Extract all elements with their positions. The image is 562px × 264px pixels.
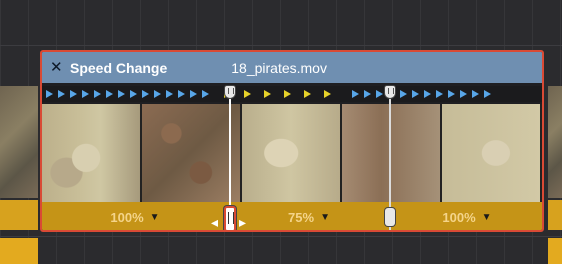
speed-marker-icon — [424, 90, 431, 98]
speed-point-handle[interactable] — [385, 86, 395, 98]
speed-marker-icon — [118, 90, 125, 98]
speed-marker-icon — [352, 90, 359, 98]
speed-point-handle[interactable] — [225, 86, 235, 98]
speed-marker-icon — [178, 90, 185, 98]
previous-clip-thumbnail[interactable] — [0, 86, 38, 198]
speed-marker-icon — [436, 90, 443, 98]
drag-left-icon: ◂ — [211, 214, 219, 230]
speed-marker-icon — [58, 90, 65, 98]
lower-track-clip[interactable] — [0, 238, 38, 264]
speed-segment-2[interactable]: 75% ▼ — [232, 202, 386, 230]
clip-thumbnails — [42, 104, 542, 202]
thumbnail-frame — [242, 104, 342, 202]
speed-marker-icon — [166, 90, 173, 98]
clip-header: ✕ Speed Change 18_pirates.mov — [42, 52, 542, 83]
speed-change-marker-icon — [244, 90, 251, 98]
caret-down-icon[interactable]: ▼ — [320, 212, 330, 223]
speed-change-title: Speed Change — [70, 59, 168, 76]
speed-marker-icon — [46, 90, 53, 98]
drag-right-icon: ▸ — [239, 214, 247, 230]
speed-change-handle-selected[interactable] — [224, 206, 236, 230]
speed-marker-icon — [448, 90, 455, 98]
speed-marker-icon — [94, 90, 101, 98]
previous-clip-speed-bar — [0, 200, 38, 230]
speed-marker-icon — [376, 90, 383, 98]
speed-marker-icon — [154, 90, 161, 98]
speed-marker-icon — [106, 90, 113, 98]
speed-marker-icon — [190, 90, 197, 98]
speed-value: 100% — [442, 209, 476, 225]
speed-marker-icon — [70, 90, 77, 98]
speed-marker-icon — [364, 90, 371, 98]
caret-down-icon[interactable]: ▼ — [482, 212, 492, 223]
speed-marker-icon — [82, 90, 89, 98]
speed-marker-icon — [472, 90, 479, 98]
track-divider — [0, 45, 562, 46]
caret-down-icon[interactable]: ▼ — [150, 212, 160, 223]
speed-marker-icon — [202, 90, 209, 98]
speed-marker-row — [42, 86, 542, 102]
speed-marker-icon — [130, 90, 137, 98]
speed-value: 100% — [110, 209, 144, 225]
thumbnail-frame — [342, 104, 442, 202]
speed-segment-1[interactable]: 100% ▼ — [42, 202, 228, 230]
next-clip-thumbnail[interactable] — [548, 86, 562, 198]
speed-change-marker-icon — [264, 90, 271, 98]
clip-filename: 18_pirates.mov — [231, 59, 327, 76]
selected-clip[interactable]: ✕ Speed Change 18_pirates.mov 100% ▼ 75% ▼… — [40, 50, 544, 232]
speed-marker-icon — [142, 90, 149, 98]
speed-marker-icon — [484, 90, 491, 98]
thumbnail-frame — [442, 104, 542, 202]
speed-change-marker-icon — [284, 90, 291, 98]
lower-track-clip[interactable] — [548, 238, 562, 264]
speed-change-handle[interactable] — [385, 208, 395, 226]
speed-marker-icon — [400, 90, 407, 98]
speed-value: 75% — [288, 209, 315, 225]
next-clip-speed-bar — [548, 200, 562, 230]
speed-marker-icon — [460, 90, 467, 98]
track-divider — [0, 236, 562, 237]
speed-segment-3[interactable]: 100% ▼ — [392, 202, 542, 230]
speed-change-marker-icon — [304, 90, 311, 98]
thumbnail-frame — [42, 104, 142, 202]
speed-change-marker-icon — [324, 90, 331, 98]
thumbnail-frame — [142, 104, 242, 202]
close-icon[interactable]: ✕ — [50, 60, 63, 75]
speed-marker-icon — [412, 90, 419, 98]
